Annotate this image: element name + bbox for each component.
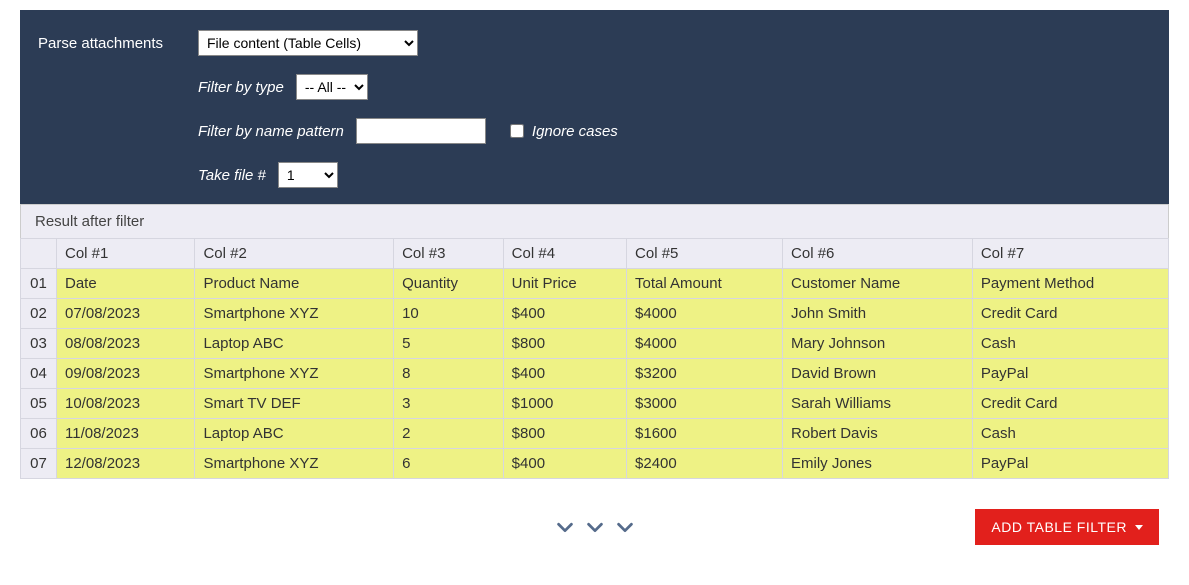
table-cell: 11/08/2023 (57, 419, 195, 449)
column-header: Col #5 (627, 239, 783, 269)
table-cell: Credit Card (972, 389, 1168, 419)
table-cell: $400 (503, 299, 626, 329)
table-cell: Laptop ABC (195, 329, 394, 359)
table-cell: Total Amount (627, 269, 783, 299)
row-number: 02 (21, 299, 57, 329)
table-cell: $2400 (627, 449, 783, 479)
table-cell: Cash (972, 329, 1168, 359)
filter-name-input[interactable] (356, 118, 486, 144)
row-number: 04 (21, 359, 57, 389)
column-header: Col #3 (394, 239, 504, 269)
filter-type-label: Filter by type (198, 79, 284, 96)
take-file-label: Take file # (198, 167, 266, 184)
table-cell: $400 (503, 359, 626, 389)
column-header: Col #6 (783, 239, 973, 269)
table-cell: $800 (503, 419, 626, 449)
table-cell: PayPal (972, 449, 1168, 479)
table-row: 0308/08/2023Laptop ABC5$800$4000Mary Joh… (21, 329, 1169, 359)
table-cell: Payment Method (972, 269, 1168, 299)
table-cell: Smartphone XYZ (195, 299, 394, 329)
chevron-down-icon (584, 516, 606, 538)
column-header (21, 239, 57, 269)
table-cell: Sarah Williams (783, 389, 973, 419)
table-cell: David Brown (783, 359, 973, 389)
table-cell: 6 (394, 449, 504, 479)
table-cell: Laptop ABC (195, 419, 394, 449)
table-cell: Product Name (195, 269, 394, 299)
column-header: Col #7 (972, 239, 1168, 269)
table-row: 01DateProduct NameQuantityUnit PriceTota… (21, 269, 1169, 299)
table-cell: Date (57, 269, 195, 299)
table-cell: PayPal (972, 359, 1168, 389)
row-number: 06 (21, 419, 57, 449)
table-cell: Smartphone XYZ (195, 359, 394, 389)
table-row: 0712/08/2023Smartphone XYZ6$400$2400Emil… (21, 449, 1169, 479)
footer: ADD TABLE FILTER (20, 479, 1169, 555)
result-header: Result after filter (20, 204, 1169, 238)
row-number: 05 (21, 389, 57, 419)
add-table-filter-label: ADD TABLE FILTER (991, 519, 1127, 535)
table-cell: Unit Price (503, 269, 626, 299)
table-cell: Smartphone XYZ (195, 449, 394, 479)
table-cell: Customer Name (783, 269, 973, 299)
table-cell: 5 (394, 329, 504, 359)
parse-label: Parse attachments (38, 35, 198, 52)
column-header: Col #1 (57, 239, 195, 269)
filter-type-select[interactable]: -- All -- (296, 74, 368, 100)
table-cell: 08/08/2023 (57, 329, 195, 359)
table-cell: 3 (394, 389, 504, 419)
table-row: 0207/08/2023Smartphone XYZ10$400$4000Joh… (21, 299, 1169, 329)
table-row: 0611/08/2023Laptop ABC2$800$1600Robert D… (21, 419, 1169, 449)
table-cell: 12/08/2023 (57, 449, 195, 479)
table-cell: $1600 (627, 419, 783, 449)
table-cell: 09/08/2023 (57, 359, 195, 389)
chevron-down-icon (614, 516, 636, 538)
table-row: 0510/08/2023Smart TV DEF3$1000$3000Sarah… (21, 389, 1169, 419)
filter-name-label: Filter by name pattern (198, 123, 344, 140)
table-cell: John Smith (783, 299, 973, 329)
ignore-cases-label: Ignore cases (532, 123, 618, 140)
ignore-cases-checkbox[interactable] (510, 124, 524, 138)
table-cell: Quantity (394, 269, 504, 299)
table-cell: $1000 (503, 389, 626, 419)
table-cell: 8 (394, 359, 504, 389)
table-cell: $4000 (627, 299, 783, 329)
table-cell: Robert Davis (783, 419, 973, 449)
table-cell: 2 (394, 419, 504, 449)
caret-down-icon (1135, 525, 1143, 530)
table-cell: 07/08/2023 (57, 299, 195, 329)
result-body: 01DateProduct NameQuantityUnit PriceTota… (21, 269, 1169, 479)
column-header: Col #4 (503, 239, 626, 269)
config-panel: Parse attachments File content (Table Ce… (20, 10, 1169, 204)
add-table-filter-button[interactable]: ADD TABLE FILTER (975, 509, 1159, 545)
table-cell: Cash (972, 419, 1168, 449)
parse-select[interactable]: File content (Table Cells) (198, 30, 418, 56)
table-cell: Mary Johnson (783, 329, 973, 359)
table-cell: Emily Jones (783, 449, 973, 479)
row-number: 01 (21, 269, 57, 299)
table-cell: 10 (394, 299, 504, 329)
table-cell: $3200 (627, 359, 783, 389)
table-cell: $3000 (627, 389, 783, 419)
row-number: 03 (21, 329, 57, 359)
table-cell: Smart TV DEF (195, 389, 394, 419)
filter-type-row: Filter by type -- All -- (38, 72, 1151, 102)
table-row: 0409/08/2023Smartphone XYZ8$400$3200Davi… (21, 359, 1169, 389)
chevron-down-icon (554, 516, 576, 538)
table-cell: $800 (503, 329, 626, 359)
column-header-row: Col #1Col #2Col #3Col #4Col #5Col #6Col … (21, 239, 1169, 269)
expand-chevrons[interactable] (554, 516, 636, 538)
table-cell: Credit Card (972, 299, 1168, 329)
parse-row: Parse attachments File content (Table Ce… (38, 28, 1151, 58)
take-file-select[interactable]: 1 (278, 162, 338, 188)
table-cell: $4000 (627, 329, 783, 359)
take-file-row: Take file # 1 (38, 160, 1151, 190)
filter-name-row: Filter by name pattern Ignore cases (38, 116, 1151, 146)
table-cell: $400 (503, 449, 626, 479)
column-header: Col #2 (195, 239, 394, 269)
result-table: Col #1Col #2Col #3Col #4Col #5Col #6Col … (20, 238, 1169, 479)
table-cell: 10/08/2023 (57, 389, 195, 419)
row-number: 07 (21, 449, 57, 479)
